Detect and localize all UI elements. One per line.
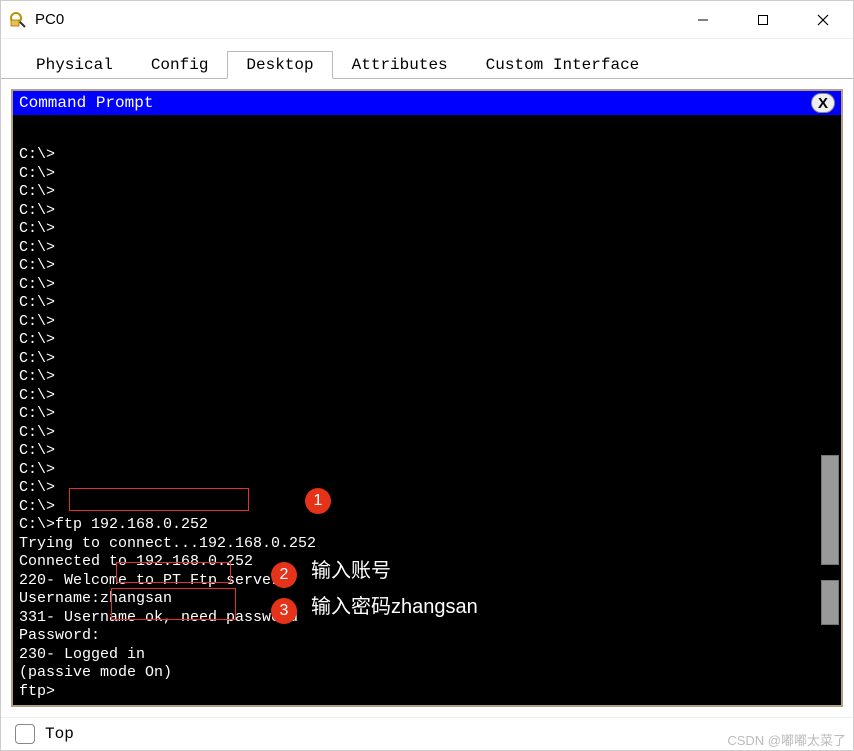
- tab-attributes[interactable]: Attributes: [333, 51, 467, 79]
- watermark: CSDN @嘟嘟太菜了: [727, 730, 846, 749]
- terminal-title: Command Prompt: [19, 94, 153, 112]
- terminal-close-button[interactable]: X: [811, 93, 835, 113]
- close-icon: [817, 14, 829, 26]
- terminal-window: Command Prompt X C:\> C:\> C:\> C:\> C:\…: [11, 89, 843, 707]
- terminal-titlebar: Command Prompt X: [13, 91, 841, 115]
- close-button[interactable]: [793, 1, 853, 39]
- app-icon: [9, 11, 27, 29]
- terminal-body[interactable]: C:\> C:\> C:\> C:\> C:\> C:\> C:\> C:\> …: [13, 115, 841, 705]
- content-area: Command Prompt X C:\> C:\> C:\> C:\> C:\…: [1, 79, 853, 717]
- tabs: Physical Config Desktop Attributes Custo…: [1, 39, 853, 79]
- app-window: PC0 Physical Config Desktop Attributes C…: [0, 0, 854, 751]
- titlebar: PC0: [1, 1, 853, 39]
- top-checkbox[interactable]: [15, 724, 35, 744]
- tab-physical[interactable]: Physical: [17, 51, 132, 79]
- minimize-icon: [697, 14, 709, 26]
- maximize-icon: [757, 14, 769, 26]
- tab-desktop[interactable]: Desktop: [227, 51, 332, 79]
- terminal-scrollbar-thumb[interactable]: [821, 580, 839, 625]
- maximize-button[interactable]: [733, 1, 793, 39]
- minimize-button[interactable]: [673, 1, 733, 39]
- window-title: PC0: [35, 11, 64, 28]
- tab-custom-interface[interactable]: Custom Interface: [467, 51, 659, 79]
- bottom-bar: Top CSDN @嘟嘟太菜了: [1, 717, 853, 750]
- top-label: Top: [45, 725, 74, 743]
- terminal-scrollbar[interactable]: [821, 455, 839, 565]
- annotation-text-2: 输入账号: [311, 562, 391, 581]
- window-controls: [673, 1, 853, 38]
- annotation-text-3: 输入密码zhangsan: [311, 598, 478, 617]
- tab-config[interactable]: Config: [132, 51, 228, 79]
- terminal-output: C:\> C:\> C:\> C:\> C:\> C:\> C:\> C:\> …: [19, 146, 316, 701]
